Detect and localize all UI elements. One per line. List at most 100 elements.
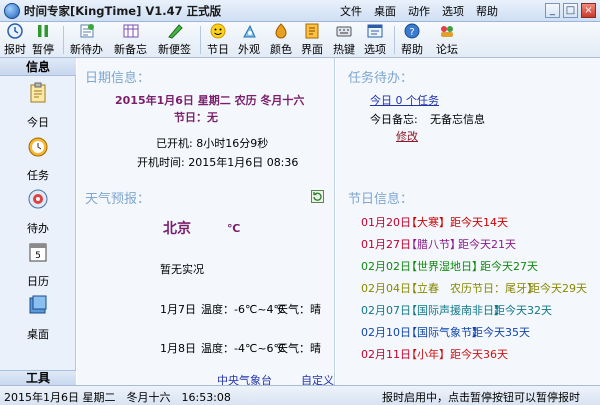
holiday-days: 距今天35天 [472, 326, 530, 339]
options-button[interactable]: 选项 [364, 23, 386, 57]
calendar-icon: 5 [29, 243, 47, 262]
holiday-date: 01月20日 [361, 216, 411, 229]
svg-text:?: ? [409, 27, 414, 38]
holiday-name: 【国际声援南非日】 [406, 304, 505, 317]
appearance-button[interactable]: 外观 [238, 23, 260, 57]
weather-current: 暂无实况 [160, 263, 204, 276]
sidebar-item-desktop[interactable]: 桌面 [0, 294, 76, 342]
holiday-days: 距今天32天 [494, 304, 552, 317]
menu-desktop[interactable]: 桌面 [374, 3, 396, 19]
weather-temp-unit: ℃ [227, 222, 241, 235]
toolbar-separator [63, 26, 64, 54]
task-holiday-panel: 任务待办： 今日 0 个任务 今日备忘: 无备忘信息 修改 节日信息： 01月2… [336, 58, 600, 385]
menu-options[interactable]: 选项 [442, 3, 464, 19]
sidebar-footer-tools[interactable]: 工具 [0, 370, 76, 385]
date-info-title: 日期信息： [85, 71, 151, 86]
status-bar: 2015年1月6日 星期二 冬月十六 16:53:08 报时启用中，点击暂停按钮… [0, 385, 600, 405]
weather-title: 天气预报： [85, 192, 151, 207]
forum-icon [441, 26, 453, 37]
tasks-title: 任务待办： [348, 71, 414, 86]
svg-text:5: 5 [35, 251, 41, 261]
app-icon [4, 3, 20, 19]
sidebar-header-info[interactable]: 信息 [0, 58, 76, 76]
weather-city: 北京 [163, 221, 191, 237]
holiday-days: 距今天21天 [458, 238, 516, 251]
menu-action[interactable]: 动作 [408, 3, 430, 19]
holiday-name: 【小年】 [406, 348, 450, 361]
holiday-days: 距今天36天 [450, 348, 508, 361]
info-panel: 日期信息： 2015年1月6日 星期二 农历 冬月十六 节日：无 已开机: 8小… [77, 58, 335, 387]
date-line: 2015年1月6日 星期二 农历 冬月十六 [115, 94, 305, 107]
holiday-name: 【腊八节】 [406, 238, 461, 251]
close-button[interactable]: × [581, 3, 596, 18]
new-todo-icon [80, 24, 94, 38]
refresh-icon[interactable] [311, 190, 324, 203]
sidebar: 信息 今日 任务 待办 5 日历 桌面 工具 [0, 58, 76, 385]
todo-icon [28, 189, 48, 209]
pause-button[interactable]: 暂停 [32, 23, 54, 57]
memo-value: 无备忘信息 [430, 113, 485, 126]
forecast-cond-2: 天气：晴 [277, 342, 321, 355]
help-button[interactable]: ? 帮助 [401, 23, 423, 57]
clock-icon [7, 23, 23, 39]
minimize-button[interactable]: _ [545, 3, 560, 18]
title-bar: 时间专家[KingTime] V1.47 正式版 文件 桌面 动作 选项 帮助 … [0, 0, 600, 22]
holiday-days: 距今天27天 [480, 260, 538, 273]
forecast-cond-1: 天气：晴 [277, 303, 321, 316]
sidebar-item-today[interactable]: 今日 [0, 82, 76, 130]
sidebar-item-task[interactable]: 任务 [0, 135, 76, 183]
help-icon: ? [404, 23, 420, 39]
today-icon [30, 82, 46, 103]
holiday-date: 02月04日 [361, 282, 411, 295]
forecast-temp-2: 温度：-4℃~6℃ [201, 342, 286, 355]
desktop-icon [29, 295, 47, 314]
smiley-icon [210, 23, 226, 39]
forum-button[interactable]: 论坛 [436, 23, 458, 57]
options-icon [367, 24, 383, 38]
sidebar-item-calendar[interactable]: 5 日历 [0, 241, 76, 289]
uptime-line: 已开机: 8小时16分9秒 [156, 137, 269, 150]
holiday-date: 02月07日 [361, 304, 411, 317]
menu-file[interactable]: 文件 [340, 3, 362, 19]
holiday-name: 【立春 农历节日：尾牙】 [406, 282, 538, 295]
holiday-date: 02月11日 [361, 348, 411, 361]
holiday-name: 【世界湿地日】 [406, 260, 483, 273]
forecast-date-2: 1月8日 [160, 342, 196, 355]
color-icon [275, 23, 287, 39]
maximize-button[interactable]: □ [563, 3, 578, 18]
status-chime-message: 报时启用中，点击暂停按钮可以暂停报时 [382, 391, 580, 404]
new-memo-button[interactable]: 新备忘 [114, 23, 147, 57]
toolbar-separator [200, 26, 201, 54]
new-todo-button[interactable]: 新待办 [70, 23, 103, 57]
festival-button[interactable]: 节日 [207, 23, 229, 57]
today-tasks-link[interactable]: 今日 0 个任务 [370, 92, 439, 108]
menu-bar: 文件 桌面 动作 选项 帮助 [340, 3, 498, 19]
interface-button[interactable]: 界面 [301, 23, 323, 57]
memo-label: 今日备忘: [370, 113, 418, 126]
holiday-date: 02月10日 [361, 326, 411, 339]
menu-help[interactable]: 帮助 [476, 3, 498, 19]
festival-line: 节日：无 [174, 111, 218, 124]
hotkey-icon [336, 26, 352, 37]
new-note-icon [167, 24, 183, 39]
memo-edit-link[interactable]: 修改 [396, 128, 418, 144]
task-icon [28, 137, 48, 157]
holiday-days: 距今天14天 [450, 216, 508, 229]
color-button[interactable]: 颜色 [270, 23, 292, 57]
status-datetime: 2015年1月6日 星期二 冬月十六 16:53:08 [4, 391, 231, 404]
new-note-button[interactable]: 新便签 [158, 23, 191, 57]
interface-icon [305, 23, 319, 39]
holiday-date: 02月02日 [361, 260, 411, 273]
toolbar-separator [394, 26, 395, 54]
new-memo-icon [123, 24, 138, 38]
hotkey-button[interactable]: 热键 [333, 23, 355, 57]
boot-time-line: 开机时间: 2015年1月6日 08:36 [137, 156, 299, 169]
chime-button[interactable]: 报时 [4, 23, 26, 57]
window-title: 时间专家[KingTime] V1.47 正式版 [24, 4, 222, 18]
holiday-date: 01月27日 [361, 238, 411, 251]
sidebar-item-todo[interactable]: 待办 [0, 188, 76, 236]
forecast-temp-1: 温度：-6℃~4℃ [201, 303, 286, 316]
holiday-name: 【大寒】 [406, 216, 450, 229]
appearance-icon [243, 24, 256, 38]
holidays-title: 节日信息： [348, 192, 414, 207]
